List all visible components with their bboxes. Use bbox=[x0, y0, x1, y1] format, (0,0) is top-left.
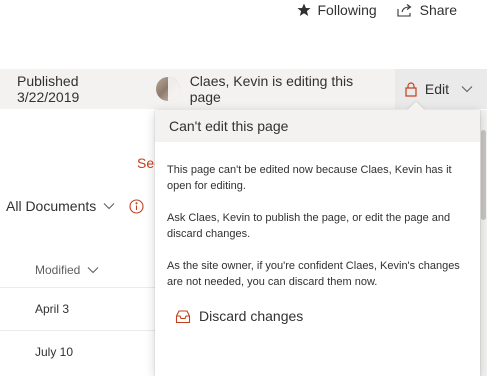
published-date: Published 3/22/2019 bbox=[17, 73, 80, 105]
row-divider bbox=[0, 330, 155, 331]
info-icon[interactable] bbox=[129, 198, 144, 214]
chevron-down-icon bbox=[87, 266, 99, 274]
editing-status-text: Claes, Kevin is editing this page bbox=[189, 73, 354, 105]
view-selector-label: All Documents bbox=[6, 198, 97, 214]
share-button[interactable]: Share bbox=[397, 2, 457, 18]
cant-edit-callout: Can't edit this page This page can't be … bbox=[155, 101, 480, 376]
scrollbar-thumb[interactable] bbox=[481, 130, 486, 220]
documents-toolbar: All Documents bbox=[6, 198, 144, 214]
lock-icon bbox=[405, 81, 417, 97]
edit-label: Edit bbox=[424, 81, 449, 97]
edit-button[interactable]: Edit bbox=[394, 69, 487, 109]
discard-icon bbox=[175, 309, 191, 324]
share-icon bbox=[397, 3, 413, 17]
callout-message: As the site owner, if you're confident C… bbox=[167, 260, 460, 288]
list-item[interactable]: July 10 bbox=[35, 345, 73, 359]
row-divider bbox=[0, 287, 155, 288]
list-item[interactable]: April 3 bbox=[35, 302, 69, 316]
avatar bbox=[155, 77, 180, 101]
column-header-modified[interactable]: Modified bbox=[35, 263, 99, 277]
callout-message: Ask Claes, Kevin to publish the page, or… bbox=[167, 212, 451, 240]
page-command-bar: Following Share bbox=[296, 0, 487, 20]
discard-changes-label: Discard changes bbox=[199, 308, 304, 324]
star-icon bbox=[296, 3, 311, 17]
following-button[interactable]: Following bbox=[296, 2, 377, 18]
callout-body: This page can't be edited now because Cl… bbox=[155, 142, 480, 290]
following-label: Following bbox=[317, 2, 377, 18]
discard-changes-button[interactable]: Discard changes bbox=[155, 308, 480, 324]
chevron-down-icon bbox=[461, 85, 473, 93]
callout-title: Can't edit this page bbox=[155, 110, 480, 142]
view-selector[interactable]: All Documents bbox=[6, 198, 115, 214]
column-header-label: Modified bbox=[35, 263, 81, 277]
share-label: Share bbox=[419, 2, 457, 18]
callout-message: This page can't be edited now because Cl… bbox=[167, 164, 452, 192]
chevron-down-icon bbox=[103, 202, 115, 210]
page-scrollbar[interactable] bbox=[480, 110, 487, 376]
